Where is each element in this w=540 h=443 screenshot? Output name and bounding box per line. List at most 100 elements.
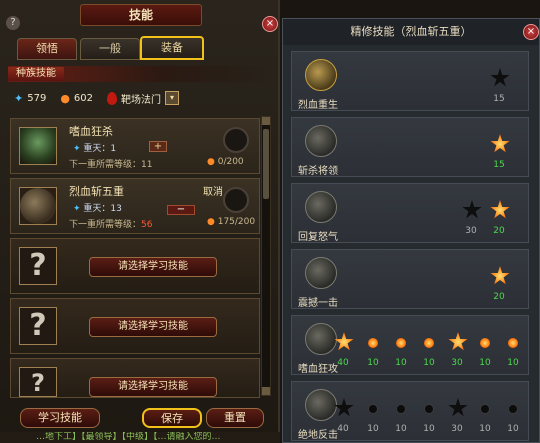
node-level-label: 30 (451, 424, 463, 434)
skill-slot-1[interactable]: 嗜血狂杀 ✦ 重天：1 + 下一重所需等级：11 ● 0/200 (10, 118, 260, 174)
empty-skill-slot[interactable]: ? 请选择学习技能 (10, 238, 260, 294)
scrollbar[interactable] (261, 116, 271, 396)
add-level-button[interactable]: + (149, 141, 167, 152)
dot-icon (396, 404, 406, 414)
refine-dot-node[interactable] (420, 400, 438, 418)
refine-dot-node[interactable] (392, 334, 410, 352)
refine-row[interactable]: 烈血重生 15 (291, 51, 529, 111)
node-level-label: 10 (367, 358, 379, 368)
refine-dot-node[interactable] (504, 400, 522, 418)
refine-dot-node[interactable] (392, 400, 410, 418)
skill-level: ✦ 重天：1 (73, 144, 117, 154)
refine-skill-icon (305, 389, 337, 421)
refine-star-node[interactable] (334, 398, 354, 418)
node-level-label: 10 (479, 358, 491, 368)
dot-icon (508, 404, 518, 414)
node-level-label: 10 (507, 424, 519, 434)
star-icon (490, 200, 510, 219)
close-icon[interactable]: × (523, 24, 539, 40)
refine-skill-icon (305, 323, 337, 355)
refine-dot-node[interactable] (420, 334, 438, 352)
scroll-up-icon[interactable] (262, 117, 270, 125)
refine-row[interactable]: 震撼一击 20 (291, 249, 529, 309)
refine-row[interactable]: 斩杀将领 15 (291, 117, 529, 177)
refine-dot-node[interactable] (364, 400, 382, 418)
refine-row[interactable]: 嗜血狂攻 40 10 10 10 30 10 10 (291, 315, 529, 375)
dot-icon (424, 338, 434, 348)
choose-skill-button[interactable]: 请选择学习技能 (89, 377, 217, 397)
node-level-label: 10 (423, 358, 435, 368)
rune-slot[interactable] (223, 127, 249, 153)
dot-icon (368, 404, 378, 414)
refine-row[interactable]: 回复怒气 30 20 (291, 183, 529, 243)
refine-dot-node[interactable] (476, 334, 494, 352)
skill-slot-2[interactable]: 烈血斩五重 取消 ✦ 重天：13 − 下一重所需等级：56 ● 175/200 (10, 178, 260, 234)
star-icon: ✦ (14, 91, 24, 105)
learn-skill-button[interactable]: 学习技能 (20, 408, 100, 428)
refine-skill-icon (305, 125, 337, 157)
dot-icon (480, 404, 490, 414)
skill-level-text: 重天：1 (83, 144, 117, 154)
star-icon (334, 332, 354, 351)
tab-equip[interactable]: 装备 (140, 36, 204, 60)
resource-row: ✦ 579 ● 602 靶场法门 ▾ (14, 90, 180, 106)
node-level-label: 30 (451, 358, 463, 368)
refine-panel-title: 精修技能（烈血斩五重） (283, 19, 539, 45)
empty-skill-slot[interactable]: ? 请选择学习技能 (10, 298, 260, 354)
refine-star-node[interactable] (490, 200, 510, 220)
help-icon[interactable]: ? (6, 16, 20, 30)
node-level-label: 10 (395, 358, 407, 368)
dot-icon (480, 338, 490, 348)
close-icon[interactable]: × (262, 16, 278, 32)
tab-general[interactable]: 一般 (80, 38, 140, 60)
skill-level-text: 重天：13 (83, 204, 122, 214)
refine-skill-name: 烈血重生 (298, 100, 338, 111)
refine-dot-node[interactable] (476, 400, 494, 418)
school-dropdown-icon[interactable]: ▾ (165, 91, 180, 105)
refine-star-node[interactable] (448, 398, 468, 418)
gem-points: 602 (73, 92, 94, 104)
cancel-link[interactable]: 取消 (203, 183, 223, 198)
refine-dot-node[interactable] (364, 334, 382, 352)
refine-dot-node[interactable] (504, 334, 522, 352)
refine-skill-name: 绝地反击 (298, 430, 338, 441)
refine-skill-name: 回复怒气 (298, 232, 338, 243)
tab-comprehend[interactable]: 领悟 (17, 38, 77, 60)
choose-skill-button[interactable]: 请选择学习技能 (89, 317, 217, 337)
save-button[interactable]: 保存 (142, 408, 202, 428)
refine-skill-panel: 精修技能（烈血斩五重） × 烈血重生 15 斩杀将领 15 回复怒气 30 20 震撼一击 20… (282, 18, 540, 443)
scroll-down-icon[interactable] (262, 387, 270, 395)
school-name: 靶场法门 (121, 94, 162, 106)
empty-skill-slot[interactable]: ? 请选择学习技能 (10, 358, 260, 398)
refine-skill-name: 震撼一击 (298, 298, 338, 309)
node-level-label: 10 (507, 358, 519, 368)
question-icon: ? (19, 367, 57, 397)
skill-progress: ● 175/200 (207, 217, 256, 227)
skill-progress: ● 0/200 (207, 157, 244, 167)
refine-star-node[interactable] (490, 68, 510, 88)
scroll-thumb[interactable] (263, 129, 269, 199)
skill-progress-text: 0/200 (217, 157, 244, 167)
reset-button[interactable]: 重置 (206, 408, 264, 428)
refine-row[interactable]: 绝地反击 40 10 10 10 30 10 10 (291, 381, 529, 441)
skill-panel: ? 技能 × 领悟 一般 装备 种族技能 ✦ 579 ● 602 靶场法门 ▾ … (0, 0, 280, 443)
refine-star-node[interactable] (490, 134, 510, 154)
dot-icon (368, 338, 378, 348)
refine-star-node[interactable] (490, 266, 510, 286)
refine-star-node[interactable] (334, 332, 354, 352)
skill-requirement: 下一重所需等级：11 (69, 160, 153, 170)
race-skill-label: 种族技能 (8, 67, 64, 81)
refine-star-node[interactable] (448, 332, 468, 352)
star-icon (490, 134, 510, 153)
refine-skill-name: 嗜血狂攻 (298, 364, 338, 375)
refine-skill-name: 斩杀将领 (298, 166, 338, 177)
node-level-label: 20 (493, 292, 505, 302)
remove-level-button[interactable]: − (167, 205, 195, 215)
node-level-label: 30 (465, 226, 477, 236)
choose-skill-button[interactable]: 请选择学习技能 (89, 257, 217, 277)
refine-star-node[interactable] (462, 200, 482, 220)
star-icon (462, 200, 482, 219)
skill-progress-text: 175/200 (217, 217, 256, 227)
refine-skill-icon (305, 59, 337, 91)
rune-slot[interactable] (223, 187, 249, 213)
